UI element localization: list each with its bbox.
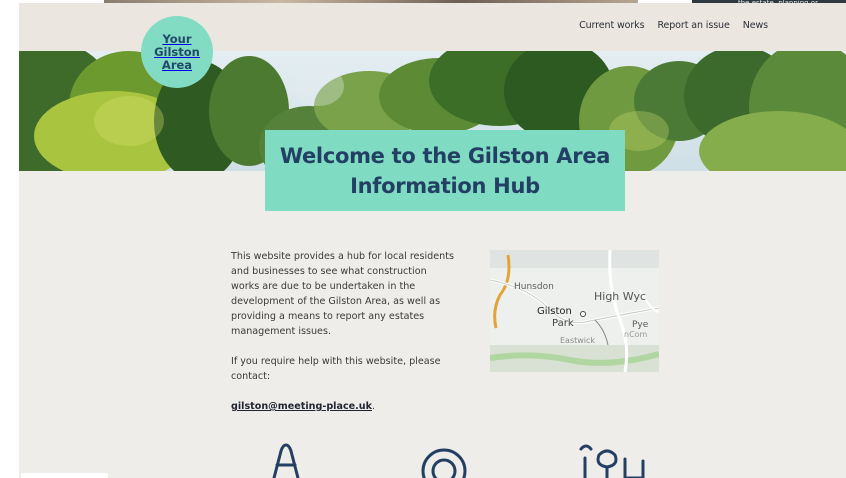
logo-text: Your Gilston Area xyxy=(154,31,200,72)
cookie-banner-tab[interactable] xyxy=(21,473,108,478)
intro-paragraph: This website provides a hub for local re… xyxy=(231,251,454,337)
location-pin-icon xyxy=(421,448,467,478)
map-label-ncom: nCom xyxy=(624,330,648,339)
contact-line: gilston@meeting-place.uk. xyxy=(231,399,456,414)
site-logo[interactable]: Your Gilston Area xyxy=(141,16,213,88)
area-map-image: Hunsdon High Wyc Gilston Park Pye Eastwi… xyxy=(490,250,659,372)
map-label-eastwick: Eastwick xyxy=(560,336,596,345)
page: Current works Report an issue News Your … xyxy=(19,3,846,478)
nav-news[interactable]: News xyxy=(743,20,768,31)
trees-icon xyxy=(579,444,645,478)
map-label-high-wych: High Wyc xyxy=(594,290,647,303)
nav-report-an-issue[interactable]: Report an issue xyxy=(657,20,729,31)
map-label-hunsdon: Hunsdon xyxy=(514,282,554,292)
map-label-pye: Pye xyxy=(632,320,649,330)
traffic-cone-icon xyxy=(272,443,300,478)
page-title: Welcome to the Gilston Area Information … xyxy=(279,143,611,198)
help-paragraph: If you require help with this website, p… xyxy=(231,356,441,382)
feature-icons-row xyxy=(19,441,846,478)
hero-title-box: Welcome to the Gilston Area Information … xyxy=(265,130,625,211)
email-suffix: . xyxy=(372,401,376,412)
nav-current-works[interactable]: Current works xyxy=(579,20,644,31)
map-graphic xyxy=(490,250,659,372)
main-nav: Current works Report an issue News xyxy=(579,20,768,31)
map-label-park: Park xyxy=(552,318,574,329)
intro-text: This website provides a hub for local re… xyxy=(231,249,456,429)
contact-email-link[interactable]: gilston@meeting-place.uk xyxy=(231,401,372,412)
map-label-gilston: Gilston xyxy=(537,306,572,317)
